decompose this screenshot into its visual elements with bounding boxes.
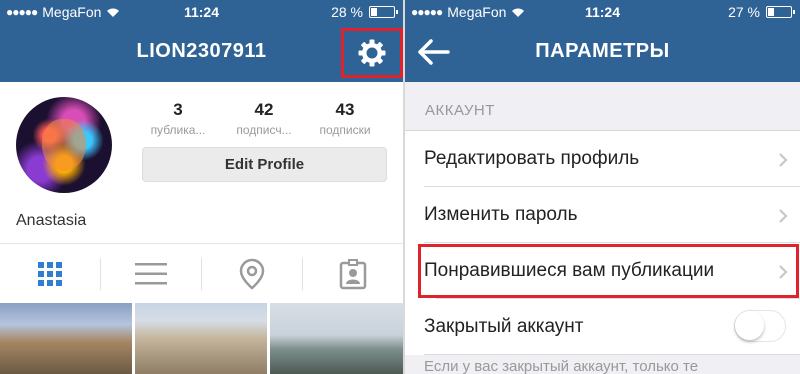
tab-list[interactable] — [101, 244, 201, 304]
tab-location[interactable] — [202, 244, 302, 304]
row-private-account: Закрытый аккаунт — [405, 299, 800, 355]
row-label: Редактировать профиль — [424, 148, 640, 169]
row-label: Понравившиеся вам публикации — [424, 260, 715, 281]
row-liked-posts[interactable]: Понравившиеся вам публикации — [417, 243, 800, 299]
profile-name: Anastasia — [16, 212, 87, 229]
settings-list: Редактировать профиль Изменить пароль По… — [405, 130, 800, 355]
toggle-knob — [735, 311, 764, 340]
nav-bar: ●●●●● MegaFon 11:24 27 % ПАРАМЕТРЫ — [405, 0, 800, 82]
stat-following-count: 43 — [335, 100, 355, 119]
gear-icon — [358, 39, 386, 67]
profile-screen: ●●●●● MegaFon 11:24 28 % LION2307911 3 п… — [0, 0, 403, 374]
stat-followers[interactable]: 42 подписч... — [224, 100, 304, 137]
location-pin-icon — [239, 258, 265, 290]
chevron-right-icon — [779, 265, 788, 279]
stat-posts-count: 3 — [173, 100, 183, 119]
battery: 28 % — [331, 4, 398, 20]
row-label: Изменить пароль — [424, 204, 578, 225]
stat-following-label: подписки — [319, 123, 371, 137]
grid-icon — [38, 262, 62, 286]
settings-screen: ●●●●● MegaFon 11:24 27 % ПАРАМЕТРЫ АККАУ… — [405, 0, 800, 374]
tagged-person-icon — [339, 259, 367, 290]
avatar[interactable] — [16, 97, 112, 193]
photo-thumbnail[interactable] — [135, 303, 267, 374]
stat-posts[interactable]: 3 публика... — [138, 100, 218, 137]
stat-followers-count: 42 — [254, 100, 274, 119]
stat-posts-label: публика... — [150, 123, 206, 137]
stat-following[interactable]: 43 подписки — [305, 100, 385, 137]
battery-fill — [768, 8, 774, 16]
status-bar: ●●●●● MegaFon 11:24 27 % — [405, 0, 800, 24]
photo-thumbnail[interactable] — [270, 303, 403, 374]
nav-bar: ●●●●● MegaFon 11:24 28 % LION2307911 — [0, 0, 403, 82]
battery-percent: 27 % — [728, 4, 760, 20]
row-edit-profile[interactable]: Редактировать профиль — [405, 131, 800, 187]
tab-grid[interactable] — [0, 244, 100, 304]
row-change-password[interactable]: Изменить пароль — [405, 187, 800, 243]
battery-icon — [766, 6, 795, 18]
private-account-toggle[interactable] — [734, 310, 786, 342]
stat-followers-label: подписч... — [236, 123, 292, 137]
avatar-image — [42, 119, 86, 171]
row-label: Закрытый аккаунт — [424, 316, 584, 337]
private-account-note: Если у вас закрытый аккаунт, только те — [424, 358, 699, 374]
photo-thumbnail[interactable] — [0, 303, 132, 374]
list-icon — [135, 263, 167, 285]
status-bar: ●●●●● MegaFon 11:24 28 % — [0, 0, 403, 24]
settings-button[interactable] — [341, 28, 403, 78]
edit-profile-button[interactable]: Edit Profile — [142, 147, 387, 182]
section-header-account: АККАУНТ — [425, 102, 495, 119]
battery-percent: 28 % — [331, 4, 363, 20]
chevron-right-icon — [779, 153, 788, 167]
battery-fill — [371, 8, 377, 16]
profile-tabs — [0, 243, 403, 303]
battery-icon — [369, 6, 398, 18]
chevron-right-icon — [779, 209, 788, 223]
settings-title: ПАРАМЕТРЫ — [535, 40, 670, 62]
tab-tagged[interactable] — [303, 244, 403, 304]
battery: 27 % — [728, 4, 795, 20]
